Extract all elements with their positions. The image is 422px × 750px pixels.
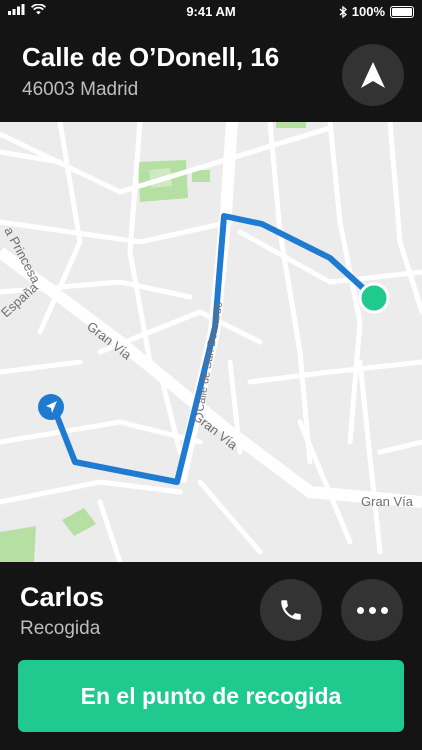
- arrived-at-pickup-button[interactable]: En el punto de recogida: [18, 660, 404, 732]
- driver-name: Carlos: [20, 582, 105, 612]
- status-bar: 9:41 AM 100%: [0, 0, 422, 22]
- more-dots-icon: [356, 606, 388, 614]
- more-options-button[interactable]: [341, 579, 403, 641]
- bluetooth-icon: [339, 5, 347, 18]
- park-area: [62, 508, 96, 536]
- map-view[interactable]: a Princesa España Gran Vía Gran Vía Gran…: [0, 119, 422, 565]
- destination-city: 46003 Madrid: [22, 79, 139, 100]
- destination-street: Calle de O’Donell, 16: [22, 42, 280, 72]
- park-area: [276, 122, 306, 128]
- driver-status: Recogida: [20, 618, 101, 639]
- navigate-button[interactable]: [342, 44, 404, 106]
- current-location-marker: [38, 394, 64, 420]
- battery-icon: [390, 5, 414, 18]
- destination-header: Calle de O’Donell, 16 46003 Madrid: [0, 22, 422, 122]
- street-label-san-bernardo: Calle de San Bernardo: [194, 301, 225, 413]
- street-label-espana: España: [0, 279, 41, 320]
- battery-percent: 100%: [351, 4, 385, 19]
- phone-icon: [281, 600, 301, 620]
- park-area: [0, 526, 36, 562]
- driver-panel: Carlos Recogida En el punto de recogida: [0, 562, 422, 750]
- street-label-gran-via-3: Gran Vía: [361, 494, 414, 509]
- navigation-arrow-icon: [361, 62, 385, 88]
- call-button[interactable]: [260, 579, 322, 641]
- destination-marker: [358, 282, 390, 314]
- map-canvas: a Princesa España Gran Vía Gran Vía Gran…: [0, 119, 422, 565]
